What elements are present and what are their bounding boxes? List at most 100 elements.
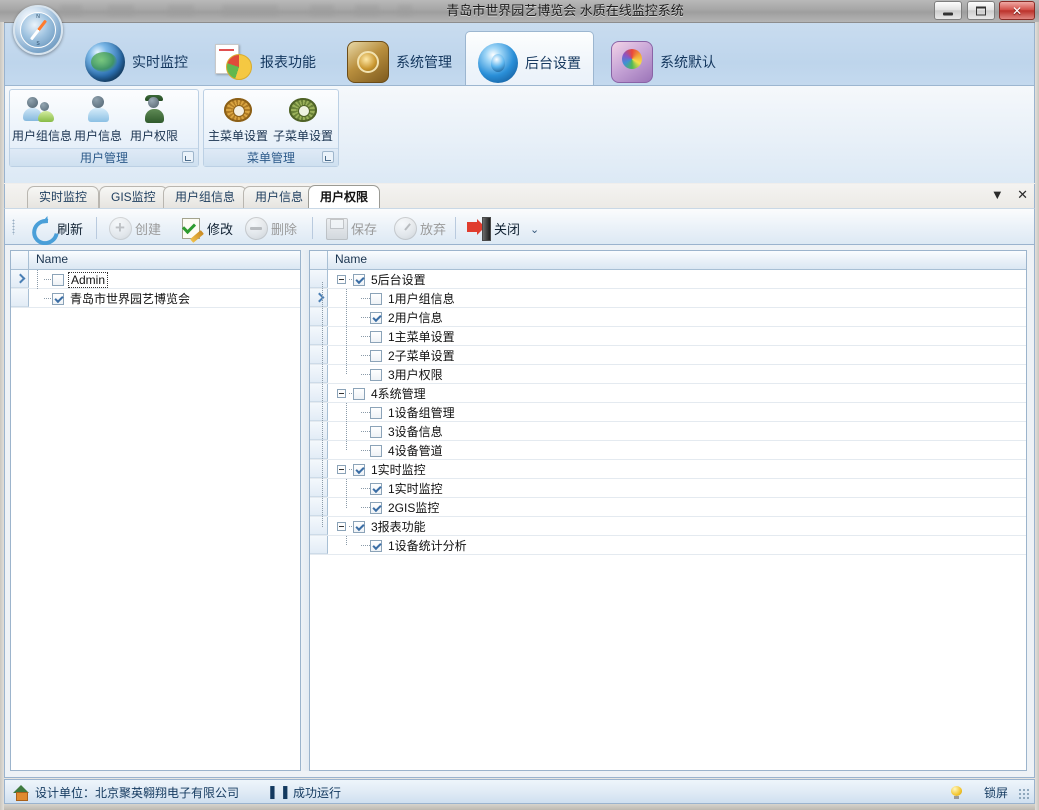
row-label: 4系统管理 <box>369 387 428 401</box>
row-indicator <box>310 308 328 326</box>
row-checkbox[interactable] <box>353 388 365 400</box>
row-label: 1设备组管理 <box>386 406 457 420</box>
table-row[interactable]: Admin <box>11 270 300 289</box>
table-row[interactable]: 3设备信息 <box>310 422 1026 441</box>
lock-screen-button[interactable]: 锁屏 <box>984 784 1008 801</box>
tab-gis-monitor[interactable]: GIS监控 <box>99 186 168 208</box>
maximize-button[interactable] <box>967 1 995 20</box>
table-row[interactable]: 3报表功能 <box>310 517 1026 536</box>
row-indicator <box>310 422 328 440</box>
row-cell-name: 青岛市世界园艺博览会 <box>30 289 300 307</box>
ribbon-button-user-permission[interactable]: 用户权限 <box>129 93 179 147</box>
row-checkbox[interactable] <box>353 521 365 533</box>
tab-user-info[interactable]: 用户信息 <box>243 186 315 208</box>
save-button-label: 保存 <box>351 219 377 238</box>
toolbar-overflow-icon[interactable]: ⌄ <box>530 223 1028 236</box>
tab-user-permission[interactable]: 用户权限 <box>308 185 380 208</box>
row-checkbox[interactable] <box>370 369 382 381</box>
toolbar-drag-handle[interactable] <box>12 219 15 235</box>
ribbon-tab-system-management[interactable]: 系统管理 <box>335 31 464 93</box>
close-button[interactable]: ✕ <box>999 1 1035 20</box>
minimize-button[interactable] <box>934 1 962 20</box>
table-row[interactable]: 1实时监控 <box>310 460 1026 479</box>
row-checkbox[interactable] <box>52 274 64 286</box>
ribbon-button-user-group-info[interactable]: 用户组信息 <box>12 93 68 147</box>
table-row[interactable]: 4设备管道 <box>310 441 1026 460</box>
quick-access-item[interactable] <box>310 5 334 16</box>
discard-button[interactable]: 放弃 <box>390 214 449 242</box>
table-row[interactable]: 1设备统计分析 <box>310 536 1026 555</box>
table-row[interactable]: 3用户权限 <box>310 365 1026 384</box>
table-row[interactable]: 5后台设置 <box>310 270 1026 289</box>
column-header-name: Name <box>30 251 300 269</box>
ribbon-tab-backend-settings[interactable]: 后台设置 <box>465 31 594 93</box>
chevron-down-icon[interactable]: ▼ <box>991 187 1004 202</box>
main-content: Name Admin <box>4 245 1035 778</box>
ribbon-button-sub-menu-settings[interactable]: 子菜单设置 <box>272 93 334 147</box>
ribbon-button-user-info[interactable]: 用户信息 <box>73 93 123 147</box>
toolbar-separator <box>312 217 313 239</box>
ribbon-tab-system-default[interactable]: 系统默认 <box>599 31 728 93</box>
row-checkbox[interactable] <box>370 407 382 419</box>
ribbon-button-main-menu-settings[interactable]: 主菜单设置 <box>207 93 269 147</box>
action-toolbar: 刷新 创建 修改 删除 保存 放弃 关闭 ⌄ <box>4 208 1035 245</box>
tree-connector <box>37 270 38 290</box>
row-checkbox[interactable] <box>353 274 365 286</box>
table-row[interactable]: 青岛市世界园艺博览会 <box>11 289 300 308</box>
tree-connector <box>361 374 370 375</box>
tree-expander-icon[interactable] <box>337 465 346 474</box>
quick-access-item[interactable] <box>108 5 134 16</box>
tree-expander-icon[interactable] <box>337 522 346 531</box>
delete-button[interactable]: 删除 <box>241 214 300 242</box>
save-button[interactable]: 保存 <box>321 214 380 242</box>
quick-access-item[interactable] <box>168 5 194 16</box>
row-checkbox[interactable] <box>370 502 382 514</box>
row-checkbox[interactable] <box>370 483 382 495</box>
ribbon-tab-report[interactable]: 报表功能 <box>201 31 328 93</box>
report-chart-icon <box>213 42 253 82</box>
table-row[interactable]: 1主菜单设置 <box>310 327 1026 346</box>
tab-realtime-monitor[interactable]: 实时监控 <box>27 186 99 208</box>
row-label: 1实时监控 <box>386 482 445 496</box>
table-row[interactable]: 1用户组信息 <box>310 289 1026 308</box>
table-row[interactable]: 4系统管理 <box>310 384 1026 403</box>
quick-access-item[interactable] <box>60 5 82 16</box>
row-checkbox[interactable] <box>370 331 382 343</box>
tree-expander-icon[interactable] <box>337 275 346 284</box>
dialog-launcher-icon[interactable] <box>322 151 334 163</box>
quick-access-item[interactable] <box>355 5 379 16</box>
bulb-icon <box>951 786 962 799</box>
row-checkbox[interactable] <box>370 312 382 324</box>
close-icon: ✕ <box>1012 5 1022 17</box>
dialog-launcher-icon[interactable] <box>182 151 194 163</box>
quick-access-item[interactable] <box>222 5 278 16</box>
close-tab-icon[interactable]: ✕ <box>1017 187 1028 203</box>
ribbon-tab-realtime-monitor[interactable]: 实时监控 <box>73 31 200 93</box>
panel-splitter[interactable] <box>301 250 309 771</box>
document-tab-bar: 实时监控 GIS监控 用户组信息 用户信息 用户权限 ▼ ✕ <box>4 184 1035 208</box>
modify-button[interactable]: 修改 <box>177 214 236 242</box>
row-checkbox[interactable] <box>370 350 382 362</box>
status-bar: 设计单位：北京聚英翱翔电子有限公司 ❚❚ 成功运行 锁屏 <box>4 779 1035 804</box>
tree-expander-icon[interactable] <box>337 389 346 398</box>
table-row[interactable]: 2用户信息 <box>310 308 1026 327</box>
table-row[interactable]: 1设备组管理 <box>310 403 1026 422</box>
tab-user-group-info[interactable]: 用户组信息 <box>163 186 247 208</box>
refresh-button[interactable]: 刷新 <box>27 214 86 242</box>
row-checkbox[interactable] <box>353 464 365 476</box>
row-checkbox[interactable] <box>370 540 382 552</box>
ribbon-group-menu-management: 主菜单设置 子菜单设置 菜单管理 <box>203 89 339 167</box>
create-button[interactable]: 创建 <box>105 214 164 242</box>
table-row[interactable]: 2子菜单设置 <box>310 346 1026 365</box>
row-indicator <box>310 403 328 421</box>
ribbon-tab-label: 实时监控 <box>132 52 188 72</box>
table-row[interactable]: 2GIS监控 <box>310 498 1026 517</box>
table-row[interactable]: 1实时监控 <box>310 479 1026 498</box>
application-orb-button[interactable]: N S <box>13 5 63 55</box>
row-checkbox[interactable] <box>52 293 64 305</box>
row-checkbox[interactable] <box>370 445 382 457</box>
resize-grip[interactable] <box>1018 788 1030 800</box>
close-button-toolbar[interactable]: 关闭 <box>464 214 523 242</box>
row-checkbox[interactable] <box>370 293 382 305</box>
row-checkbox[interactable] <box>370 426 382 438</box>
